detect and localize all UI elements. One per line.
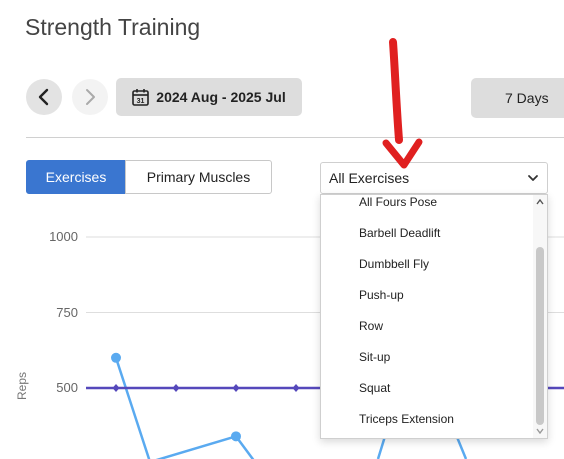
dropdown-option[interactable]: Push-up <box>321 280 533 311</box>
chevron-down-icon <box>528 175 538 181</box>
exercise-dropdown-list[interactable]: All Fours Pose Barbell Deadlift Dumbbell F… <box>320 194 548 439</box>
y-axis-label: Reps <box>15 371 29 400</box>
data-point[interactable] <box>112 384 120 392</box>
scroll-down-icon[interactable] <box>536 428 544 434</box>
scrollbar-thumb[interactable] <box>536 247 544 425</box>
dropdown-scrollbar[interactable] <box>533 195 547 438</box>
dropdown-option[interactable]: Dumbbell Fly <box>321 249 533 280</box>
scroll-up-icon[interactable] <box>536 199 544 205</box>
data-point[interactable] <box>172 384 180 392</box>
data-point[interactable] <box>232 384 240 392</box>
data-point[interactable] <box>292 384 300 392</box>
dropdown-option[interactable]: Sit-up <box>321 342 533 373</box>
y-tick-label: 750 <box>56 304 78 320</box>
dropdown-option[interactable]: All Fours Pose <box>321 195 533 218</box>
series-line <box>114 357 255 459</box>
y-tick-label: 500 <box>56 380 78 395</box>
data-point[interactable] <box>111 352 121 363</box>
exercise-select-value: All Exercises <box>329 170 410 186</box>
dropdown-option[interactable]: Barbell Deadlift <box>321 218 533 249</box>
y-tick-label: 1000 <box>49 229 78 244</box>
data-point[interactable] <box>231 431 241 442</box>
dropdown-option[interactable]: Squat <box>321 373 533 404</box>
dropdown-option[interactable]: Row <box>321 311 533 342</box>
exercise-select[interactable]: All Exercises <box>320 162 548 194</box>
dropdown-option[interactable]: Triceps Extension <box>321 404 533 435</box>
